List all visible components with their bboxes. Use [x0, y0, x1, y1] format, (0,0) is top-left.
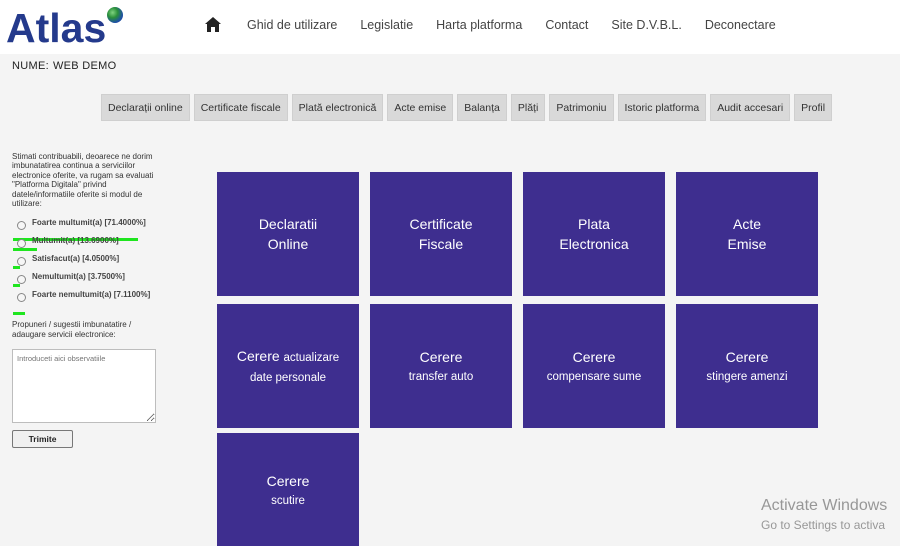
tab-plati[interactable]: Plăți [510, 94, 546, 121]
nav-contact[interactable]: Contact [545, 18, 588, 32]
tile-title: Plata [578, 216, 610, 232]
tab-istoric-platforma[interactable]: Istoric platforma [617, 94, 707, 121]
tab-balanta[interactable]: Balanța [457, 94, 507, 121]
tab-certificate-fiscale[interactable]: Certificate fiscale [193, 94, 288, 121]
tile-declaratii-online[interactable]: Declaratii Online [217, 172, 359, 296]
user-label: NUME: [12, 60, 49, 72]
watermark-title: Activate Windows [761, 497, 888, 514]
nav-deconectare[interactable]: Deconectare [705, 18, 776, 32]
tile-title: Cerere [572, 349, 616, 365]
tile-title: Acte [732, 216, 761, 232]
tab-plata-electronica[interactable]: Plată electronică [291, 94, 384, 121]
poll-option[interactable]: Satisfacut(a) [4.0500%] [12, 254, 162, 270]
proposal-label: Propuneri / sugestii imbunatatire / adau… [12, 320, 132, 339]
tile-title: Cerere actualizare [237, 346, 339, 368]
tile-subtitle: stingere amenzi [706, 371, 788, 383]
poll-option-label: Foarte multumit(a) [71.4000%] [32, 218, 146, 228]
radio-button[interactable] [17, 257, 26, 267]
radio-button[interactable] [17, 239, 26, 249]
tile-plata-electronica[interactable]: Plata Electronica [523, 172, 665, 296]
tile-title: Declaratii [258, 216, 318, 232]
user-name: WEB DEMO [52, 60, 117, 72]
poll-result-bar [13, 284, 20, 288]
radio-button[interactable] [17, 221, 26, 231]
tab-bar: Declarații online Certificate fiscale Pl… [101, 94, 836, 121]
nav-ghid[interactable]: Ghid de utilizare [247, 18, 337, 32]
poll-option[interactable]: Nemultumit(a) [3.7500%] [12, 272, 162, 288]
poll-option-label: Nemultumit(a) [3.7500%] [32, 272, 125, 282]
tile-subtitle: scutire [271, 494, 305, 507]
tile-subtitle: compensare sume [546, 371, 642, 383]
header: Atlas Ghid de utilizare Legislatie Harta… [0, 0, 900, 54]
nav-site-dvbl[interactable]: Site D.V.B.L. [611, 18, 681, 32]
tab-acte-emise[interactable]: Acte emise [387, 94, 454, 121]
tile-acte-emise[interactable]: Acte Emise [676, 172, 818, 296]
tile-certificate-fiscale[interactable]: Certificate Fiscale [370, 172, 512, 296]
survey-intro: Stimati contribuabili, deoarece ne dorim… [12, 152, 154, 209]
poll-option-label: Satisfacut(a) [4.0500%] [32, 254, 120, 264]
tab-patrimoniu[interactable]: Patrimoniu [549, 94, 614, 121]
tile-subtitle: Electronica [559, 236, 629, 252]
poll-option-label: Multumit(a) [13.6900%] [32, 236, 119, 246]
user-name-row: NUME: WEB DEMO [12, 60, 116, 72]
tile-cerere-compensare-sume[interactable]: Cerere compensare sume [523, 304, 665, 428]
top-nav: Ghid de utilizare Legislatie Harta platf… [205, 17, 799, 32]
tile-cerere-actualizare-date[interactable]: Cerere actualizare date personale [217, 304, 359, 428]
activate-windows-watermark: Activate Windows Go to Settings to activ… [761, 497, 887, 532]
satisfaction-poll: Foarte multumit(a) [71.4000%] Multumit(a… [12, 218, 162, 316]
watermark-subtitle: Go to Settings to activa [761, 518, 886, 532]
home-icon[interactable] [205, 17, 221, 32]
feedback-sidebar: Stimati contribuabili, deoarece ne dorim… [12, 152, 162, 449]
poll-option-label: Foarte nemultumit(a) [7.1100%] [32, 290, 151, 300]
tile-title-small: actualizare [283, 352, 340, 364]
poll-option[interactable]: Foarte nemultumit(a) [7.1100%] [12, 290, 162, 316]
submit-button[interactable]: Trimite [12, 430, 73, 449]
poll-result-bar [13, 248, 37, 252]
poll-option[interactable]: Multumit(a) [13.6900%] [12, 236, 162, 252]
tile-title: Cerere [266, 472, 310, 489]
logo-text: Atlas [6, 5, 107, 51]
observations-textarea[interactable] [12, 349, 156, 424]
tile-title-main: Cerere [236, 348, 280, 364]
nav-harta[interactable]: Harta platforma [436, 18, 522, 32]
tile-subtitle: Online [267, 236, 309, 252]
tile-title: Certificate [409, 216, 473, 232]
tile-subtitle: Emise [727, 236, 767, 252]
tab-profil[interactable]: Profil [794, 94, 833, 121]
tab-audit-accesari[interactable]: Audit accesari [710, 94, 791, 121]
tile-title: Cerere [419, 349, 463, 365]
poll-result-bar [13, 312, 25, 316]
tile-title: Cerere [725, 349, 769, 365]
atlas-logo[interactable]: Atlas [6, 4, 124, 51]
tab-declaratii-online[interactable]: Declarații online [101, 94, 190, 121]
radio-button[interactable] [17, 293, 26, 303]
tile-subtitle: transfer auto [408, 371, 474, 383]
tile-cerere-transfer-auto[interactable]: Cerere transfer auto [370, 304, 512, 428]
tile-subtitle: Fiscale [418, 236, 464, 252]
page: { "header": { "logo_text": "Atlas", "nav… [0, 0, 900, 546]
tile-cerere-stingere-amenzi[interactable]: Cerere stingere amenzi [676, 304, 818, 428]
globe-icon [107, 7, 124, 23]
nav-legislatie[interactable]: Legislatie [360, 18, 413, 32]
tile-cerere-scutire[interactable]: Cerere scutire [217, 433, 359, 546]
poll-option[interactable]: Foarte multumit(a) [71.4000%] [12, 218, 162, 242]
poll-result-bar [13, 266, 20, 270]
radio-button[interactable] [17, 275, 26, 285]
tile-subtitle: date personale [249, 372, 327, 384]
